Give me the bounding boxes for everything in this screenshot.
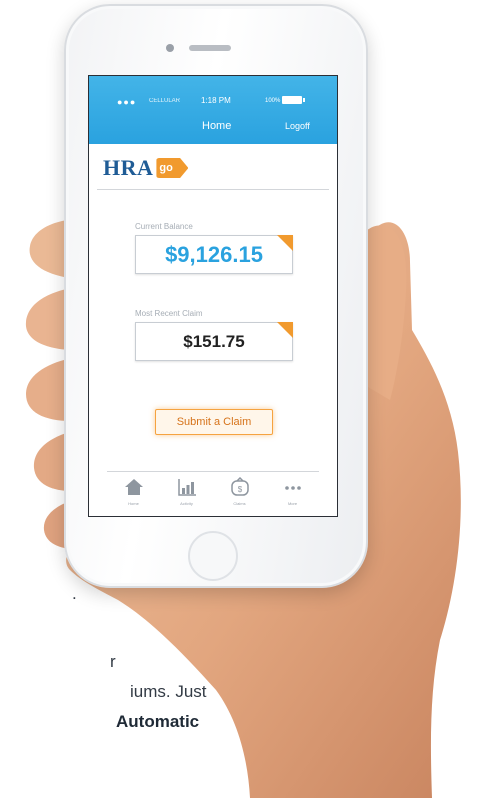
tab-bar: Home Activity $ Claims More (107, 474, 319, 514)
speaker-grille (189, 45, 231, 51)
front-camera-icon (166, 44, 174, 52)
battery-icon (282, 96, 305, 104)
phone-home-button[interactable] (188, 531, 238, 581)
recent-claim-label: Most Recent Claim (135, 309, 203, 318)
tab-label: Claims (233, 501, 246, 506)
tab-label: More (287, 501, 298, 506)
caption-line: iums. Just (130, 682, 207, 701)
caption-line: r (110, 652, 116, 671)
svg-text:$: $ (237, 485, 242, 494)
nav-title: Home (202, 120, 232, 132)
submit-claim-button[interactable]: Submit a Claim (155, 409, 273, 435)
home-icon (124, 479, 143, 495)
carrier-label: CELLULAR (149, 98, 181, 104)
phone-screen: ●●● CELLULAR 1:18 PM 100% Home Logoff HR… (88, 75, 338, 517)
brand-logo: HRA go (103, 154, 189, 182)
tab-label: Activity (180, 501, 193, 506)
tabbar-divider (107, 471, 319, 472)
battery-percent: 100% (265, 98, 281, 104)
caption-line: . (72, 584, 77, 603)
more-icon (284, 486, 301, 490)
tab-more[interactable]: More (266, 474, 319, 514)
logoff-button[interactable]: Logoff (285, 121, 310, 131)
signal-dots: ●●● (117, 97, 137, 107)
caption-line-bold: Automatic (116, 712, 200, 731)
caption-text: . r iums. Just Automatic (0, 580, 486, 798)
status-time: 1:18 PM (201, 96, 231, 105)
header-bar: ●●● CELLULAR 1:18 PM 100% Home Logoff (89, 76, 337, 144)
tab-activity[interactable]: Activity (160, 474, 213, 514)
tab-label: Home (128, 501, 139, 506)
corner-flag-icon (277, 322, 293, 338)
brand-badge: go (156, 158, 189, 178)
recent-claim-card[interactable]: $151.75 (135, 322, 293, 361)
corner-flag-icon (277, 235, 293, 251)
money-bag-icon: $ (230, 477, 249, 496)
balance-value: $9,126.15 (165, 241, 263, 267)
tab-home[interactable]: Home (107, 474, 160, 514)
chart-icon (177, 479, 196, 496)
balance-card[interactable]: $9,126.15 (135, 235, 293, 274)
divider (97, 189, 329, 190)
tab-claims[interactable]: $ Claims (213, 474, 266, 514)
recent-claim-value: $151.75 (183, 331, 245, 351)
scene: ●●● CELLULAR 1:18 PM 100% Home Logoff HR… (0, 0, 486, 798)
brand-name: HRA (103, 155, 154, 180)
balance-label: Current Balance (135, 222, 193, 231)
